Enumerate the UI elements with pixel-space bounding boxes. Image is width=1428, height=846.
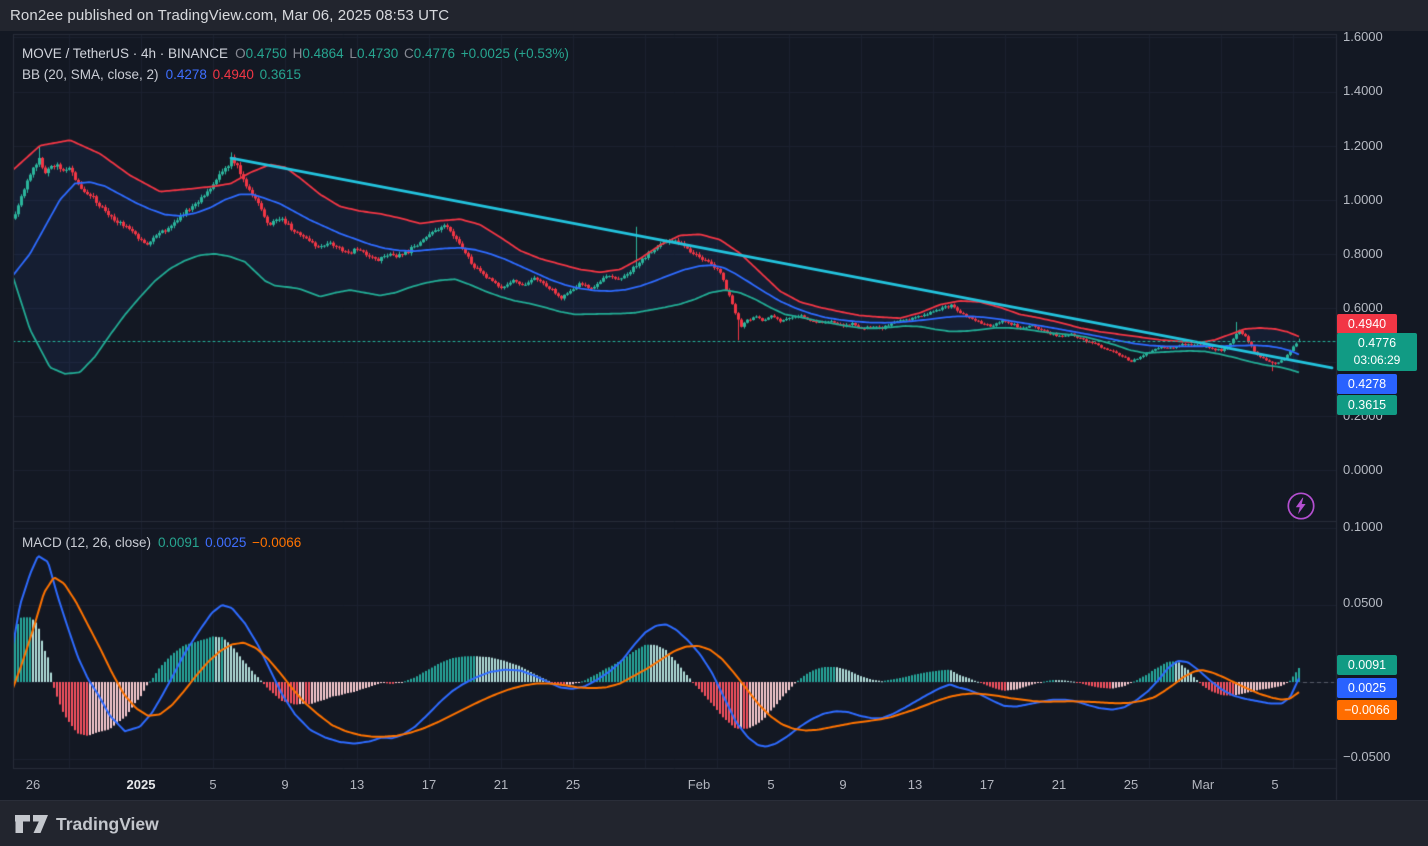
bb-legend[interactable]: BB (20, SMA, close, 2) 0.4278 0.4940 0.36…: [22, 67, 303, 82]
symbol-legend[interactable]: MOVE / TetherUS · 4h · BINANCEO0.4750 H0…: [22, 46, 571, 61]
axis-price-badge: 0.4278: [1337, 374, 1397, 394]
time-tick-label: 5: [209, 777, 216, 792]
axis-tick-label: 1.4000: [1343, 83, 1383, 98]
time-tick-label: 9: [839, 777, 846, 792]
tradingview-snapshot: Ron2ee published on TradingView.com, Mar…: [0, 0, 1428, 846]
axis-tick-label: 0.1000: [1343, 519, 1383, 534]
time-tick-label: 25: [1124, 777, 1138, 792]
axis-tick-label: 0.6000: [1343, 300, 1383, 315]
time-tick-label: 17: [980, 777, 994, 792]
macd-value: 0.0091: [158, 535, 203, 550]
symbol-title: MOVE / TetherUS · 4h · BINANCE: [22, 46, 228, 61]
time-tick-label: 2025: [127, 777, 156, 792]
time-tick-label: 25: [566, 777, 580, 792]
ohlc-values: O0.4750 H0.4864 L0.4730 C0.4776 +0.0025 …: [235, 46, 571, 61]
footer-bar: TradingView: [0, 800, 1428, 846]
axis-tick-label: 1.0000: [1343, 192, 1383, 207]
axis-tick-label: 1.6000: [1343, 29, 1383, 44]
axis-price-badge: 0.0091: [1337, 655, 1397, 675]
time-tick-label: 13: [908, 777, 922, 792]
time-tick-label: 5: [767, 777, 774, 792]
time-tick-label: 13: [350, 777, 364, 792]
tradingview-logo-icon[interactable]: [13, 810, 51, 843]
macd-label: MACD (12, 26, close): [22, 535, 151, 550]
ohlc-value: 0.4730: [357, 46, 402, 61]
ohlc-value: 0.4864: [302, 46, 347, 61]
time-tick-label: 26: [26, 777, 40, 792]
tradingview-brand[interactable]: TradingView: [56, 801, 159, 846]
bar-countdown: 03:06:29: [1337, 352, 1417, 369]
bb-values: 0.4278 0.4940 0.3615: [166, 67, 303, 82]
macd-values: 0.0091 0.0025 −0.0066: [158, 535, 303, 550]
ohlc-value: 0.4750: [246, 46, 291, 61]
macd-value: 0.0025: [205, 535, 250, 550]
time-tick-label: 9: [281, 777, 288, 792]
bb-value: 0.4278: [166, 67, 211, 82]
axis-price-badge: 0.0025: [1337, 678, 1397, 698]
axis-price-badge: −0.0066: [1337, 700, 1397, 720]
axis-tick-label: 0.8000: [1343, 246, 1383, 261]
bb-value: 0.3615: [260, 67, 301, 82]
time-tick-label: 5: [1271, 777, 1278, 792]
macd-value: −0.0066: [252, 535, 301, 550]
change-value: +0.0025 (+0.53%): [461, 46, 569, 61]
time-tick-label: Mar: [1192, 777, 1214, 792]
axis-price-badge: 0.4940: [1337, 314, 1397, 334]
publish-bar: Ron2ee published on TradingView.com, Mar…: [0, 0, 1428, 31]
boost-button[interactable]: [1286, 491, 1316, 521]
time-tick-label: 17: [422, 777, 436, 792]
time-tick-label: 21: [1052, 777, 1066, 792]
ohlc-label: H: [293, 46, 303, 61]
lightning-icon: [1286, 491, 1316, 521]
bb-value: 0.4940: [213, 67, 258, 82]
ohlc-label: L: [349, 46, 357, 61]
macd-legend[interactable]: MACD (12, 26, close) 0.0091 0.0025 −0.006…: [22, 535, 303, 550]
axis-tick-label: 1.2000: [1343, 138, 1383, 153]
axis-tick-label: −0.0500: [1343, 749, 1390, 764]
ohlc-value: 0.4776: [414, 46, 459, 61]
publish-info: Ron2ee published on TradingView.com, Mar…: [10, 0, 449, 31]
time-tick-label: 21: [494, 777, 508, 792]
chart-canvas[interactable]: [0, 0, 1428, 846]
axis-price-badge: 0.3615: [1337, 395, 1397, 415]
axis-tick-label: 0.0000: [1343, 462, 1383, 477]
bb-label: BB (20, SMA, close, 2): [22, 67, 159, 82]
time-tick-label: Feb: [688, 777, 710, 792]
ohlc-label: O: [235, 46, 246, 61]
last-price-badge: 0.477603:06:29: [1337, 333, 1417, 371]
axis-tick-label: 0.0500: [1343, 595, 1383, 610]
ohlc-label: C: [404, 46, 414, 61]
